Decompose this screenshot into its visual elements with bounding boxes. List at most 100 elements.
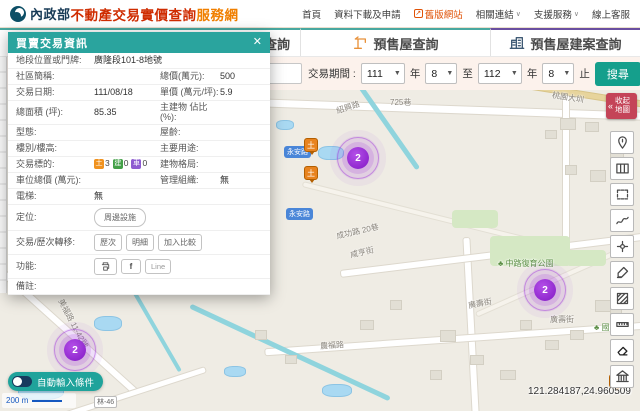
map-label: 725巷	[390, 97, 411, 108]
map-park	[566, 250, 606, 266]
map-building	[570, 330, 584, 340]
map-building	[430, 370, 442, 380]
measure-tool[interactable]	[610, 313, 634, 336]
close-icon[interactable]: ✕	[253, 37, 262, 48]
auto-input-condition-toggle[interactable]: 自動輸入條件	[8, 372, 103, 391]
freehand-draw-tool[interactable]	[610, 209, 634, 232]
target-badge-土: 土	[94, 159, 104, 169]
land-marker[interactable]: 土	[304, 166, 318, 180]
map-scale: 200 m	[2, 393, 76, 408]
field-label: 建物格局:	[160, 159, 220, 169]
map-building	[545, 130, 557, 139]
field-label: 交易日期:	[16, 87, 94, 97]
collapse-map-button[interactable]: « 收起地圖	[606, 93, 637, 119]
search-button[interactable]: 搜尋	[595, 62, 640, 86]
nav-label: 資料下載及申請	[334, 7, 401, 21]
modal-row: 備註:	[8, 279, 270, 295]
map-label: ♣ 中路復育公園	[498, 258, 553, 269]
modal-row: 車位總價 (萬元):管理組織:無	[8, 173, 270, 189]
land-marker[interactable]: 土	[304, 138, 318, 152]
toggle-switch-icon[interactable]	[12, 376, 32, 387]
year-from-select[interactable]: 111▼	[361, 63, 405, 84]
eraser-tool[interactable]	[610, 339, 634, 362]
month-from-select[interactable]: 8▼	[425, 63, 457, 84]
modal-row: 社區簡稱:總價(萬元):500	[8, 69, 270, 85]
map-building	[585, 122, 599, 132]
map-building	[595, 300, 611, 312]
map-stream	[189, 304, 391, 402]
modal-row: 總面積 (坪):85.35主建物 佔比(%):	[8, 101, 270, 125]
transaction-info-modal: 買賣交易資訊 ✕ 地段位置或門牌:廣隆段101-8地號社區簡稱:總價(萬元):5…	[8, 32, 270, 295]
field-value: 111/08/18	[94, 87, 160, 97]
map-tool-column	[610, 131, 634, 388]
nav-home[interactable]: 首頁	[302, 7, 321, 21]
site-header: 內政部 不動產交易實價查詢 服務網 首頁資料下載及申請↗舊版網站相關連結∨支援服…	[0, 0, 640, 28]
chevron-down-icon: ∨	[516, 10, 521, 18]
nav-related-links[interactable]: 相關連結∨	[476, 7, 521, 21]
field-label: 單價 (萬元/坪):	[160, 87, 220, 97]
cluster-marker[interactable]: 2	[534, 279, 556, 301]
gps-locate-tool[interactable]	[610, 235, 634, 258]
tab-presale-project-query[interactable]: 預售屋建案查詢	[490, 28, 640, 56]
scale-bar	[32, 400, 62, 402]
site-title-main: 不動產交易實價查詢	[71, 4, 197, 24]
add-compare-button[interactable]: 加入比較	[158, 234, 202, 251]
chevron-down-icon: ▼	[394, 70, 401, 77]
print-button[interactable]	[94, 258, 117, 275]
map-building	[565, 165, 577, 175]
chevron-down-icon: ∨	[574, 10, 579, 18]
target-badge-建: 建	[113, 159, 123, 169]
cluster-marker[interactable]: 2	[347, 147, 369, 169]
nearby-facilities-button[interactable]: 周邊設施	[94, 208, 146, 227]
field-value: 無	[94, 191, 270, 201]
map-building	[560, 118, 576, 130]
modal-row: 定位:周邊設施	[8, 205, 270, 231]
map-building	[440, 330, 456, 342]
nav-online-service[interactable]: 線上客服	[592, 7, 630, 21]
year-to-select[interactable]: 112▼	[478, 63, 522, 84]
cluster-marker[interactable]: 2	[64, 339, 86, 361]
map-frame-tool[interactable]	[610, 157, 634, 180]
field-label: 管理組織:	[160, 175, 220, 185]
year-unit-label: 年	[410, 66, 421, 81]
tab-presale-query[interactable]: 預售屋查詢	[300, 28, 490, 56]
facebook-share-button[interactable]: f	[121, 259, 141, 274]
map-building	[255, 330, 267, 340]
rect-select-tool[interactable]	[610, 183, 634, 206]
field-label: 功能:	[16, 261, 94, 271]
modal-row: 樓別/樓高:主要用途:	[8, 141, 270, 157]
map-label: 農福路	[320, 339, 345, 352]
landmark-tool[interactable]	[610, 365, 634, 388]
row-buttons: f Line	[94, 256, 270, 277]
month-to-select[interactable]: 8▼	[542, 63, 574, 84]
map-building	[390, 300, 402, 310]
modal-row: 型態:屋齡:	[8, 125, 270, 141]
nav-support-services[interactable]: 支援服務∨	[534, 7, 579, 21]
site-title-suffix: 服務網	[197, 4, 239, 24]
modal-row: 交易/歷次轉移:歷次明細加入比較	[8, 231, 270, 255]
modal-row: 地段位置或門牌:廣隆段101-8地號	[8, 53, 270, 69]
map-building	[285, 355, 297, 364]
field-value: 無	[220, 175, 270, 185]
field-value: 85.35	[94, 107, 160, 117]
chevron-down-icon: ▼	[563, 70, 570, 77]
field-label: 總面積 (坪):	[16, 107, 94, 117]
nav-download-apply[interactable]: 資料下載及申請	[334, 7, 401, 21]
nav-old-site[interactable]: ↗舊版網站	[414, 7, 463, 21]
field-label: 屋齡:	[160, 127, 220, 137]
period-label: 交易期間 :	[308, 66, 356, 81]
nav-label: 線上客服	[592, 7, 630, 21]
detail-button[interactable]: 明細	[126, 234, 154, 251]
nav-label: 支援服務	[534, 7, 572, 21]
hatch-area-tool[interactable]	[610, 287, 634, 310]
map-label: 咸亨街	[349, 244, 375, 260]
modal-header: 買賣交易資訊 ✕	[8, 32, 270, 53]
field-label: 備註:	[16, 281, 94, 291]
target-count: 3	[105, 159, 110, 169]
street-locate-tool[interactable]	[610, 131, 634, 154]
draw-area-tool[interactable]	[610, 261, 634, 284]
field-label: 主建物 佔比(%):	[160, 102, 220, 123]
history-button[interactable]: 歷次	[94, 234, 122, 251]
line-share-button[interactable]: Line	[145, 259, 171, 274]
target-count: 0	[124, 159, 129, 169]
